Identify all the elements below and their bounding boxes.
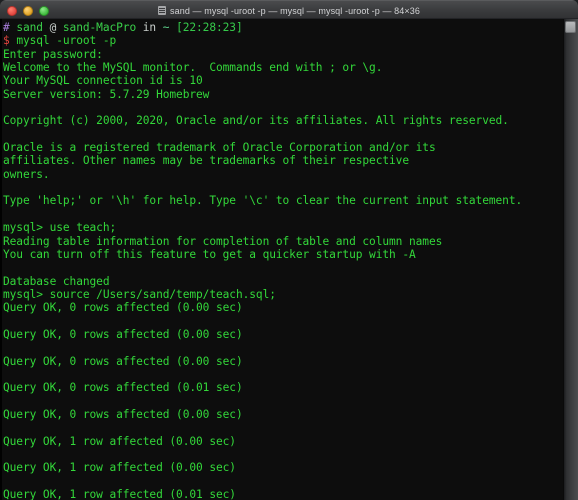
terminal-line: owners. [3, 167, 50, 181]
prompt-hash-symbol: # [3, 21, 10, 34]
terminal-output[interactable]: # sand @ sand-MacPro in ~ [22:28:23] $ m… [0, 19, 563, 500]
terminal-line: mysql> use teach; [3, 221, 117, 235]
shell-prompt-header: # sand @ sand-MacPro in ~ [22:28:23] [3, 21, 563, 34]
terminal-line: Query OK, 1 row affected (0.00 sec) [3, 461, 236, 475]
terminal-line: Database changed [3, 274, 110, 288]
terminal-line: Query OK, 1 row affected (0.01 sec) [3, 488, 236, 500]
terminal-line: Type 'help;' or '\h' for help. Type '\c'… [3, 194, 523, 208]
prompt-timestamp: [22:28:23] [176, 21, 243, 34]
shell-command-text: mysql -uroot -p [16, 34, 117, 48]
terminal-line: Oracle is a registered trademark of Orac… [3, 141, 436, 155]
terminal-line: Copyright (c) 2000, 2020, Oracle and/or … [3, 114, 509, 128]
maximize-button[interactable] [39, 5, 49, 16]
terminal-line: Query OK, 0 rows affected (0.00 sec) [3, 301, 243, 315]
prompt-dollar-symbol: $ [3, 34, 10, 48]
terminal-line: mysql> source /Users/sand/temp/teach.sql… [3, 287, 276, 301]
close-button[interactable] [7, 5, 17, 16]
shell-prompt-command-line: $ mysql -uroot -p [3, 34, 563, 47]
window-title-bar[interactable]: sand — mysql -uroot -p — mysql — mysql -… [0, 0, 578, 19]
terminal-line: Query OK, 0 rows affected (0.00 sec) [3, 354, 243, 368]
scrollbar-thumb[interactable] [565, 21, 576, 33]
terminal-line: Query OK, 0 rows affected (0.00 sec) [3, 407, 243, 421]
terminal-line: Query OK, 0 rows affected (0.00 sec) [3, 327, 243, 341]
window-title: sand — mysql -uroot -p — mysql — mysql -… [170, 5, 420, 16]
terminal-line: Query OK, 1 row affected (0.00 sec) [3, 434, 236, 448]
window-traffic-lights [7, 1, 49, 20]
minimize-button[interactable] [23, 5, 33, 16]
vertical-scrollbar[interactable] [563, 19, 578, 500]
terminal-line: Enter password: [3, 47, 103, 61]
terminal-line: Query OK, 0 rows affected (0.01 sec) [3, 381, 243, 395]
prompt-hostname: sand-MacPro [62, 21, 137, 34]
terminal-line: Your MySQL connection id is 10 [3, 74, 203, 88]
terminal-body: # sand @ sand-MacPro in ~ [22:28:23] $ m… [0, 19, 578, 500]
terminal-line: You can turn off this feature to get a q… [3, 247, 416, 261]
terminal-output-lines: Enter password: Welcome to the MySQL moni… [3, 48, 563, 500]
prompt-username: sand [16, 21, 43, 34]
terminal-line: affiliates. Other names may be trademark… [3, 154, 409, 168]
window-title-group: sand — mysql -uroot -p — mysql — mysql -… [0, 1, 578, 20]
terminal-icon [158, 6, 167, 15]
terminal-window: sand — mysql -uroot -p — mysql — mysql -… [0, 0, 578, 500]
terminal-line: Server version: 5.7.29 Homebrew [3, 87, 210, 101]
terminal-line: Reading table information for completion… [3, 234, 443, 248]
prompt-in-word: in [142, 21, 157, 34]
terminal-line: Welcome to the MySQL monitor. Commands e… [3, 61, 383, 75]
